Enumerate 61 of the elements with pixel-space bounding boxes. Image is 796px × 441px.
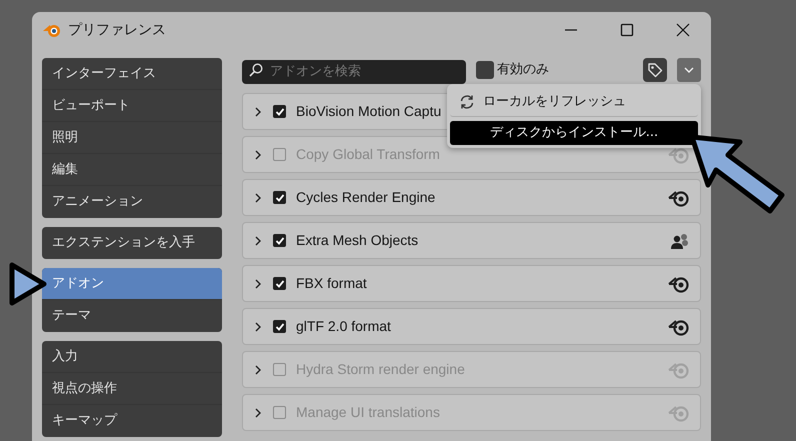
checkbox-label: 有効のみ (497, 61, 549, 80)
blender-logo-icon (42, 22, 62, 38)
chevron-icon (253, 320, 263, 332)
menu-item[interactable]: ディスクからインストール... (450, 121, 698, 145)
tag-icon (647, 62, 663, 78)
sidebar-item[interactable]: 編集 (42, 154, 222, 186)
addon-row[interactable]: glTF 2.0 format (242, 308, 701, 345)
blender-logo-icon (668, 274, 690, 292)
sidebar-item[interactable]: アニメーション (42, 186, 222, 218)
addon-row[interactable]: Cycles Render Engine (242, 179, 701, 216)
addon-name: Extra Mesh Objects (296, 231, 418, 250)
chevron-icon (253, 234, 263, 246)
checkbox[interactable] (273, 191, 286, 204)
blender-logo-icon (668, 318, 690, 336)
pointer-triangle-icon (8, 261, 48, 307)
checkbox[interactable] (273, 363, 286, 376)
addon-row[interactable]: FBX format (242, 265, 701, 302)
refresh-icon (459, 94, 475, 110)
blender-logo-icon (668, 146, 690, 164)
blender-logo-icon (668, 360, 690, 378)
addon-row[interactable]: Extra Mesh Objects (242, 222, 701, 259)
checkbox[interactable] (273, 234, 286, 247)
checkbox[interactable] (273, 277, 286, 290)
close-icon (676, 23, 690, 37)
sidebar-item[interactable]: キーマップ (42, 405, 222, 437)
checkbox[interactable] (476, 61, 494, 79)
blender-logo-icon (668, 404, 690, 422)
search-field[interactable]: アドオンを検索 (242, 60, 466, 84)
dropdown-button[interactable] (677, 58, 701, 82)
chevron-icon (253, 278, 263, 290)
chevron-icon (253, 364, 263, 376)
addon-name: Cycles Render Engine (296, 188, 436, 207)
search-icon (249, 63, 263, 77)
menu-item[interactable]: ローカルをリフレッシュ (450, 87, 698, 117)
sidebar-item[interactable]: インターフェイス (42, 58, 222, 90)
sidebar-item[interactable]: アドオン (42, 268, 222, 300)
window-title: プリファレンス (68, 20, 166, 40)
sidebar-item[interactable]: 照明 (42, 122, 222, 154)
checkbox[interactable] (273, 148, 286, 161)
addon-name: glTF 2.0 format (296, 317, 391, 336)
addon-name: Copy Global Transform (296, 145, 440, 164)
sidebar-item[interactable]: テーマ (42, 300, 222, 332)
sidebar-item[interactable]: ビューポート (42, 90, 222, 122)
sidebar-item[interactable]: 視点の操作 (42, 373, 222, 405)
checkbox[interactable] (273, 320, 286, 333)
addon-name: Hydra Storm render engine (296, 360, 465, 379)
checkbox[interactable] (273, 406, 286, 419)
sidebar-item[interactable]: エクステンションを入手 (42, 227, 222, 259)
addon-name: Manage UI translations (296, 403, 440, 422)
people-icon (670, 232, 690, 250)
addon-name: FBX format (296, 274, 367, 293)
chevron-icon (253, 406, 263, 418)
maximize-icon (620, 23, 634, 37)
checkbox[interactable] (273, 105, 286, 118)
chevron-icon (253, 106, 263, 118)
tag-button[interactable] (643, 58, 667, 82)
addon-name: BioVision Motion Captu (296, 102, 442, 121)
blender-logo-icon (668, 188, 690, 206)
chevron-icon (253, 148, 263, 160)
sidebar-item[interactable]: 入力 (42, 341, 222, 373)
chevron-icon (253, 192, 263, 204)
